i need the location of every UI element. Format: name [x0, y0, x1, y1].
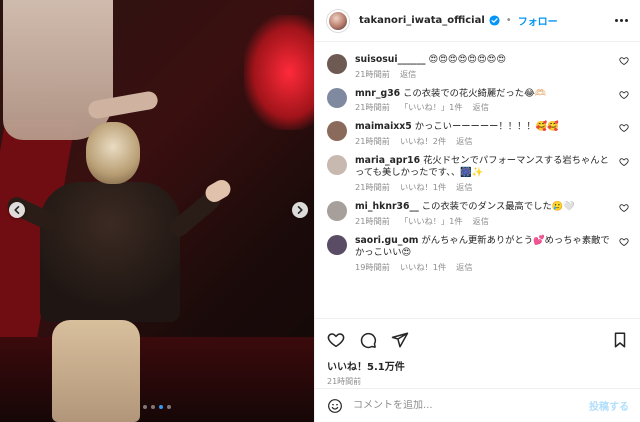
carousel-dot [159, 405, 163, 409]
comment-time[interactable]: 21時間前 [355, 69, 390, 80]
carousel-dot [167, 405, 171, 409]
commenter-username[interactable]: mnr_g36 [355, 88, 400, 99]
carousel-next-button[interactable] [292, 202, 308, 218]
more-options-button[interactable] [613, 13, 629, 29]
reply-button[interactable]: 返信 [400, 69, 416, 80]
instagram-post-view: takanori_iwata_official • フォロー suisosui_… [0, 0, 640, 422]
commenter-username[interactable]: maria_apr16 [355, 155, 420, 166]
author-avatar[interactable] [327, 9, 349, 32]
bookmark-icon[interactable] [611, 331, 629, 349]
performer-body [40, 182, 180, 322]
comment-body: mnr_g36 この衣装での花火綺麗だった😂🫶🏻 21時間前 「いいね！」1件 返信 [355, 88, 623, 114]
comment-icon[interactable] [359, 331, 377, 349]
comment-likes[interactable]: いいね！1件 [400, 182, 446, 193]
commenter-avatar[interactable] [327, 54, 347, 74]
carousel-dot [143, 405, 147, 409]
reply-button[interactable]: 返信 [456, 182, 472, 193]
post-actions: いいね！5.1万件 21時間前 [315, 318, 640, 388]
background-dancer [3, 0, 113, 140]
reply-button[interactable]: 返信 [473, 102, 489, 113]
commenter-avatar[interactable] [327, 87, 347, 108]
comment-meta: 19時間前 いいね！1件 返信 [355, 262, 613, 273]
comment-time[interactable]: 21時間前 [355, 182, 390, 193]
reply-button[interactable]: 返信 [473, 216, 489, 227]
comment-meta: 21時間前 「いいね！」1件 返信 [355, 216, 613, 227]
commenter-username[interactable]: mi_hknr36__ [355, 201, 419, 212]
stage-floor [0, 337, 314, 422]
commenter-username[interactable]: saori.gu_om [355, 235, 419, 246]
comment-meta: 21時間前 「いいね！」1件 返信 [355, 102, 613, 113]
carousel-indicator [0, 405, 314, 409]
comment-heart-icon[interactable] [619, 203, 629, 213]
post-comment-button[interactable]: 投稿する [589, 398, 629, 413]
comment-heart-icon[interactable] [619, 123, 629, 133]
more-options-icon [614, 19, 618, 22]
comment-item: maria_apr16 花火ドセンでパフォーマンスする岩ちゃんとっても美しかったで… [327, 154, 629, 193]
commenter-username[interactable]: suisosui______ [355, 54, 426, 65]
post-media [0, 0, 314, 422]
comment-heart-icon[interactable] [619, 90, 629, 100]
carousel-dot [151, 405, 155, 409]
stage-light [244, 15, 314, 130]
comment-text: かっこいーーーーー！！！！🥰🥰 [414, 121, 559, 133]
post-time[interactable]: 21時間前 [327, 376, 629, 387]
author-username[interactable]: takanori_iwata_official [359, 15, 485, 26]
reply-button[interactable]: 返信 [456, 262, 472, 273]
comment-heart-icon[interactable] [619, 237, 629, 247]
commenter-username[interactable]: maimaixx5 [355, 121, 412, 132]
heart-icon[interactable] [327, 331, 345, 349]
comment-heart-icon[interactable] [619, 157, 629, 167]
comment-item: mnr_g36 この衣装での花火綺麗だった😂🫶🏻 21時間前 「いいね！」1件 返信 [327, 87, 629, 114]
header-separator: • [505, 15, 512, 26]
comment-text: 😍😍😍😍😍😍😍😍 [428, 54, 507, 65]
chevron-left-icon [14, 206, 20, 214]
comment-heart-icon[interactable] [619, 56, 629, 66]
comment-meta: 21時間前 いいね！2件 返信 [355, 136, 613, 147]
follow-button[interactable]: フォロー [518, 13, 558, 28]
commenter-avatar[interactable] [327, 234, 347, 255]
comment-body: saori.gu_om がんちゃん更新ありがとう💕めっちゃ素敵でかっこいい😍 19時… [355, 235, 623, 273]
comment-text: この衣装での花火綺麗だった😂🫶🏻 [403, 87, 547, 99]
comment-body: maria_apr16 花火ドセンでパフォーマンスする岩ちゃんとっても美しかったで… [355, 155, 623, 193]
post-header: takanori_iwata_official • フォロー [315, 0, 640, 42]
comment-item: suisosui______ 😍😍😍😍😍😍😍😍 21時間前 返信 [327, 54, 629, 80]
add-comment-bar: 投稿する [315, 388, 640, 422]
commenter-avatar[interactable] [327, 121, 347, 142]
comment-time[interactable]: 21時間前 [355, 216, 390, 227]
comment-item: mi_hknr36__ この衣装でのダンス最高でした🥲🤍 21時間前 「いいね！」1件… [327, 200, 629, 227]
comment-likes[interactable]: いいね！1件 [400, 262, 446, 273]
commenter-avatar[interactable] [327, 154, 347, 175]
verified-badge-icon [489, 15, 500, 26]
performer-head [86, 122, 140, 184]
comment-likes[interactable]: 「いいね！」1件 [400, 216, 463, 227]
comments-list: suisosui______ 😍😍😍😍😍😍😍😍 21時間前 返信 mnr_g36 この衣装… [315, 42, 640, 318]
comment-text: この衣装でのダンス最高でした🥲🤍 [421, 200, 575, 212]
commenter-avatar[interactable] [327, 200, 347, 221]
comment-likes[interactable]: いいね！2件 [400, 136, 446, 147]
likes-count[interactable]: いいね！5.1万件 [327, 358, 629, 373]
comment-meta: 21時間前 返信 [355, 69, 613, 80]
emoji-icon[interactable] [327, 398, 343, 414]
comment-item: maimaixx5 かっこいーーーーー！！！！🥰🥰 21時間前 いいね！2件 返信 [327, 121, 629, 147]
reply-button[interactable]: 返信 [456, 136, 472, 147]
post-side-panel: takanori_iwata_official • フォロー suisosui_… [314, 0, 640, 422]
comment-likes[interactable]: 「いいね！」1件 [400, 102, 463, 113]
comment-time[interactable]: 19時間前 [355, 262, 390, 273]
comment-body: maimaixx5 かっこいーーーーー！！！！🥰🥰 21時間前 いいね！2件 返信 [355, 121, 623, 147]
share-icon[interactable] [391, 331, 409, 349]
comment-body: mi_hknr36__ この衣装でのダンス最高でした🥲🤍 21時間前 「いいね！」1件… [355, 201, 623, 227]
comment-input[interactable] [353, 400, 553, 411]
chevron-right-icon [297, 206, 303, 214]
comment-item: saori.gu_om がんちゃん更新ありがとう💕めっちゃ素敵でかっこいい😍 19時… [327, 234, 629, 273]
comment-meta: 21時間前 いいね！1件 返信 [355, 182, 613, 193]
comment-time[interactable]: 21時間前 [355, 102, 390, 113]
comment-body: suisosui______ 😍😍😍😍😍😍😍😍 21時間前 返信 [355, 54, 623, 80]
carousel-prev-button[interactable] [9, 202, 25, 218]
action-icon-row [327, 329, 629, 351]
comment-time[interactable]: 21時間前 [355, 136, 390, 147]
